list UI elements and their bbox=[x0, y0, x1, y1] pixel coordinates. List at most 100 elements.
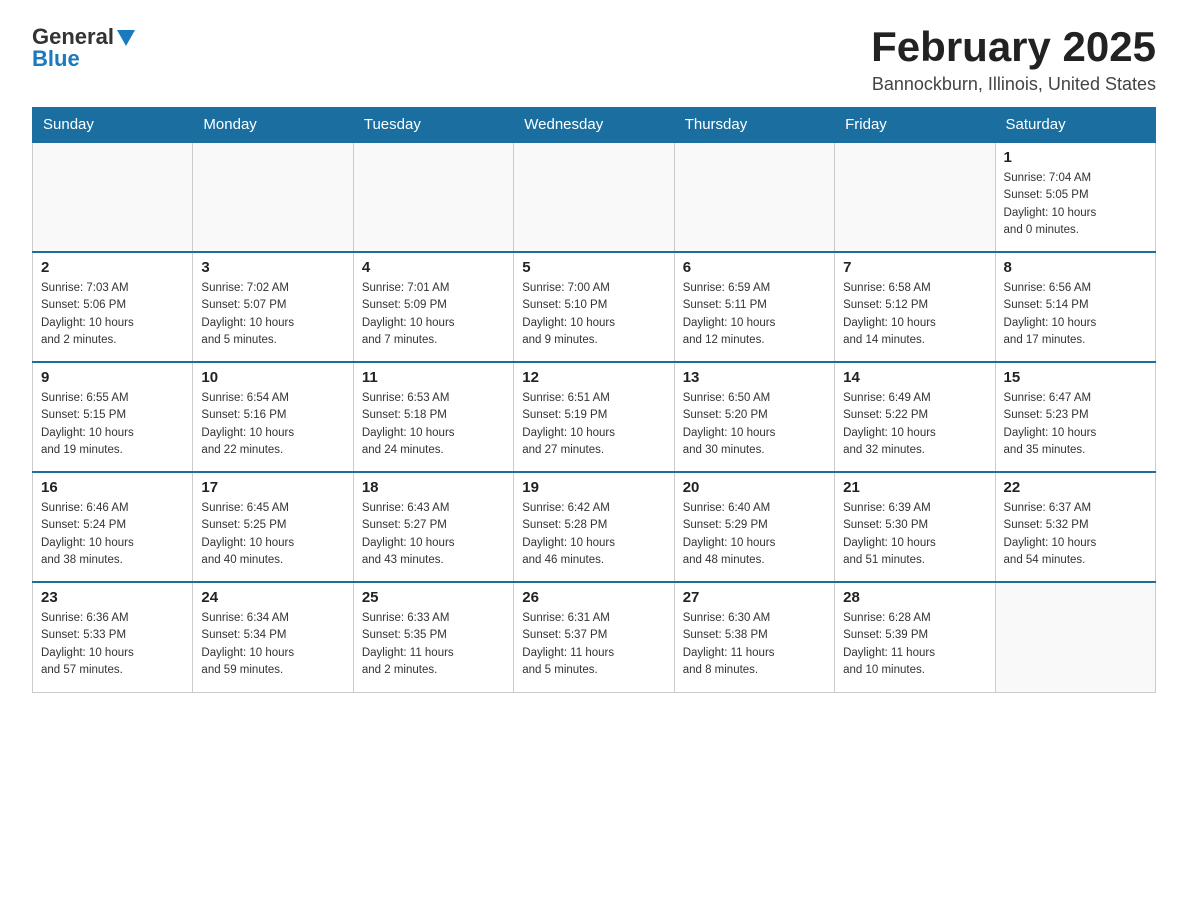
day-info: Sunrise: 6:36 AMSunset: 5:33 PMDaylight:… bbox=[41, 610, 184, 679]
day-number: 21 bbox=[843, 479, 986, 496]
day-info: Sunrise: 6:56 AMSunset: 5:14 PMDaylight:… bbox=[1004, 280, 1147, 349]
day-number: 26 bbox=[522, 589, 665, 606]
day-info: Sunrise: 6:39 AMSunset: 5:30 PMDaylight:… bbox=[843, 500, 986, 569]
day-number: 25 bbox=[362, 589, 505, 606]
calendar-cell: 22 Sunrise: 6:37 AMSunset: 5:32 PMDayligh… bbox=[995, 472, 1155, 582]
calendar-cell: 7Sunrise: 6:58 AMSunset: 5:12 PMDaylight… bbox=[835, 252, 995, 362]
calendar-cell bbox=[193, 142, 353, 252]
day-info: Sunrise: 6:59 AMSunset: 5:11 PMDaylight:… bbox=[683, 280, 826, 349]
calendar-cell bbox=[33, 142, 193, 252]
day-info: Sunrise: 6:43 AMSunset: 5:27 PMDaylight:… bbox=[362, 500, 505, 569]
weekday-header-thursday: Thursday bbox=[674, 108, 834, 143]
calendar-cell: 5 Sunrise: 7:00 AMSunset: 5:10 PMDaylight… bbox=[514, 252, 674, 362]
calendar-cell: 8 Sunrise: 6:56 AMSunset: 5:14 PMDaylight… bbox=[995, 252, 1155, 362]
day-info: Sunrise: 7:01 AMSunset: 5:09 PMDaylight:… bbox=[362, 280, 505, 349]
day-number: 27 bbox=[683, 589, 826, 606]
day-info: Sunrise: 6:30 AMSunset: 5:38 PMDaylight:… bbox=[683, 610, 826, 679]
day-number: 11 bbox=[362, 369, 505, 386]
day-number: 16 bbox=[41, 479, 184, 496]
day-info: Sunrise: 6:28 AMSunset: 5:39 PMDaylight:… bbox=[843, 610, 986, 679]
calendar-cell: 9Sunrise: 6:55 AMSunset: 5:15 PMDaylight… bbox=[33, 362, 193, 472]
weekday-header-tuesday: Tuesday bbox=[353, 108, 513, 143]
weekday-header-monday: Monday bbox=[193, 108, 353, 143]
calendar-cell bbox=[514, 142, 674, 252]
logo-blue-text: Blue bbox=[32, 46, 80, 72]
day-info: Sunrise: 6:40 AMSunset: 5:29 PMDaylight:… bbox=[683, 500, 826, 569]
day-info: Sunrise: 7:00 AMSunset: 5:10 PMDaylight:… bbox=[522, 280, 665, 349]
day-info: Sunrise: 6:51 AMSunset: 5:19 PMDaylight:… bbox=[522, 390, 665, 459]
day-info: Sunrise: 6:42 AMSunset: 5:28 PMDaylight:… bbox=[522, 500, 665, 569]
day-number: 23 bbox=[41, 589, 184, 606]
calendar-cell: 14 Sunrise: 6:49 AMSunset: 5:22 PMDayligh… bbox=[835, 362, 995, 472]
day-number: 1 bbox=[1004, 149, 1147, 166]
weekday-header-saturday: Saturday bbox=[995, 108, 1155, 143]
calendar-week-row: 2Sunrise: 7:03 AMSunset: 5:06 PMDaylight… bbox=[33, 252, 1156, 362]
day-number: 6 bbox=[683, 259, 826, 276]
day-number: 5 bbox=[522, 259, 665, 276]
calendar-cell: 15Sunrise: 6:47 AMSunset: 5:23 PMDayligh… bbox=[995, 362, 1155, 472]
calendar-cell bbox=[353, 142, 513, 252]
calendar-week-row: 1 Sunrise: 7:04 AMSunset: 5:05 PMDaylight… bbox=[33, 142, 1156, 252]
month-title: February 2025 bbox=[871, 24, 1156, 70]
day-info: Sunrise: 7:04 AMSunset: 5:05 PMDaylight:… bbox=[1004, 170, 1147, 239]
calendar-cell: 16 Sunrise: 6:46 AMSunset: 5:24 PMDayligh… bbox=[33, 472, 193, 582]
calendar-cell: 27 Sunrise: 6:30 AMSunset: 5:38 PMDayligh… bbox=[674, 582, 834, 692]
calendar-cell: 25 Sunrise: 6:33 AMSunset: 5:35 PMDayligh… bbox=[353, 582, 513, 692]
day-number: 18 bbox=[362, 479, 505, 496]
page-header: General Blue February 2025 Bannockburn, … bbox=[32, 24, 1156, 95]
calendar-cell: 13Sunrise: 6:50 AMSunset: 5:20 PMDayligh… bbox=[674, 362, 834, 472]
day-number: 15 bbox=[1004, 369, 1147, 386]
day-number: 12 bbox=[522, 369, 665, 386]
day-info: Sunrise: 6:49 AMSunset: 5:22 PMDaylight:… bbox=[843, 390, 986, 459]
day-info: Sunrise: 6:37 AMSunset: 5:32 PMDaylight:… bbox=[1004, 500, 1147, 569]
day-number: 17 bbox=[201, 479, 344, 496]
day-number: 20 bbox=[683, 479, 826, 496]
calendar-cell: 11 Sunrise: 6:53 AMSunset: 5:18 PMDayligh… bbox=[353, 362, 513, 472]
calendar-cell: 1 Sunrise: 7:04 AMSunset: 5:05 PMDaylight… bbox=[995, 142, 1155, 252]
calendar-cell: 28 Sunrise: 6:28 AMSunset: 5:39 PMDayligh… bbox=[835, 582, 995, 692]
calendar-cell bbox=[835, 142, 995, 252]
calendar-cell: 18 Sunrise: 6:43 AMSunset: 5:27 PMDayligh… bbox=[353, 472, 513, 582]
calendar-cell: 19 Sunrise: 6:42 AMSunset: 5:28 PMDayligh… bbox=[514, 472, 674, 582]
title-block: February 2025 Bannockburn, Illinois, Uni… bbox=[871, 24, 1156, 95]
day-info: Sunrise: 6:45 AMSunset: 5:25 PMDaylight:… bbox=[201, 500, 344, 569]
calendar-week-row: 9Sunrise: 6:55 AMSunset: 5:15 PMDaylight… bbox=[33, 362, 1156, 472]
day-info: Sunrise: 6:54 AMSunset: 5:16 PMDaylight:… bbox=[201, 390, 344, 459]
calendar-cell: 6 Sunrise: 6:59 AMSunset: 5:11 PMDaylight… bbox=[674, 252, 834, 362]
weekday-header-sunday: Sunday bbox=[33, 108, 193, 143]
day-number: 19 bbox=[522, 479, 665, 496]
day-info: Sunrise: 6:46 AMSunset: 5:24 PMDaylight:… bbox=[41, 500, 184, 569]
calendar-week-row: 16 Sunrise: 6:46 AMSunset: 5:24 PMDayligh… bbox=[33, 472, 1156, 582]
day-number: 9 bbox=[41, 369, 184, 386]
calendar-cell: 4Sunrise: 7:01 AMSunset: 5:09 PMDaylight… bbox=[353, 252, 513, 362]
day-info: Sunrise: 7:03 AMSunset: 5:06 PMDaylight:… bbox=[41, 280, 184, 349]
calendar-cell: 3Sunrise: 7:02 AMSunset: 5:07 PMDaylight… bbox=[193, 252, 353, 362]
day-number: 14 bbox=[843, 369, 986, 386]
day-number: 8 bbox=[1004, 259, 1147, 276]
calendar-table: SundayMondayTuesdayWednesdayThursdayFrid… bbox=[32, 107, 1156, 693]
day-info: Sunrise: 6:50 AMSunset: 5:20 PMDaylight:… bbox=[683, 390, 826, 459]
day-info: Sunrise: 6:33 AMSunset: 5:35 PMDaylight:… bbox=[362, 610, 505, 679]
calendar-cell: 26Sunrise: 6:31 AMSunset: 5:37 PMDayligh… bbox=[514, 582, 674, 692]
day-number: 10 bbox=[201, 369, 344, 386]
weekday-header-friday: Friday bbox=[835, 108, 995, 143]
day-number: 24 bbox=[201, 589, 344, 606]
day-info: Sunrise: 6:53 AMSunset: 5:18 PMDaylight:… bbox=[362, 390, 505, 459]
logo-triangle-icon bbox=[117, 30, 135, 46]
calendar-cell: 10 Sunrise: 6:54 AMSunset: 5:16 PMDayligh… bbox=[193, 362, 353, 472]
calendar-cell: 24 Sunrise: 6:34 AMSunset: 5:34 PMDayligh… bbox=[193, 582, 353, 692]
calendar-cell: 20 Sunrise: 6:40 AMSunset: 5:29 PMDayligh… bbox=[674, 472, 834, 582]
calendar-week-row: 23 Sunrise: 6:36 AMSunset: 5:33 PMDayligh… bbox=[33, 582, 1156, 692]
calendar-cell: 17 Sunrise: 6:45 AMSunset: 5:25 PMDayligh… bbox=[193, 472, 353, 582]
location-title: Bannockburn, Illinois, United States bbox=[871, 74, 1156, 95]
calendar-cell bbox=[995, 582, 1155, 692]
calendar-cell: 23 Sunrise: 6:36 AMSunset: 5:33 PMDayligh… bbox=[33, 582, 193, 692]
calendar-cell bbox=[674, 142, 834, 252]
day-number: 7 bbox=[843, 259, 986, 276]
day-info: Sunrise: 6:34 AMSunset: 5:34 PMDaylight:… bbox=[201, 610, 344, 679]
day-number: 3 bbox=[201, 259, 344, 276]
day-number: 22 bbox=[1004, 479, 1147, 496]
weekday-header-wednesday: Wednesday bbox=[514, 108, 674, 143]
calendar-cell: 12 Sunrise: 6:51 AMSunset: 5:19 PMDayligh… bbox=[514, 362, 674, 472]
day-number: 28 bbox=[843, 589, 986, 606]
